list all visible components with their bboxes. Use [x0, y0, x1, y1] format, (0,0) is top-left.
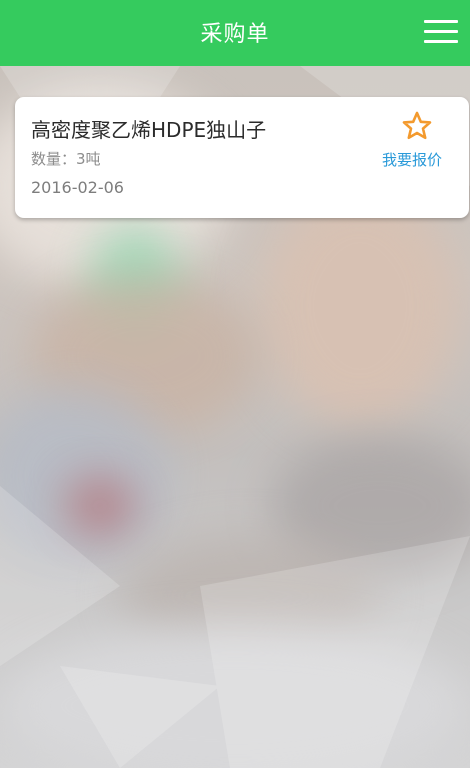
purchase-item-card[interactable]: 高密度聚乙烯HDPE独山子 数量：3吨 2016-02-06 我要报价: [15, 97, 469, 218]
hamburger-menu-icon[interactable]: [424, 20, 458, 46]
top-nav-bar: 采购单: [0, 0, 470, 66]
item-quantity: 数量：3吨: [31, 150, 101, 168]
page-title: 采购单: [200, 22, 270, 47]
item-name: 高密度聚乙烯HDPE独山子: [31, 118, 267, 142]
star-outline-icon[interactable]: [401, 110, 433, 142]
quote-button[interactable]: 我要报价: [382, 149, 442, 170]
item-date: 2016-02-06: [31, 178, 124, 197]
